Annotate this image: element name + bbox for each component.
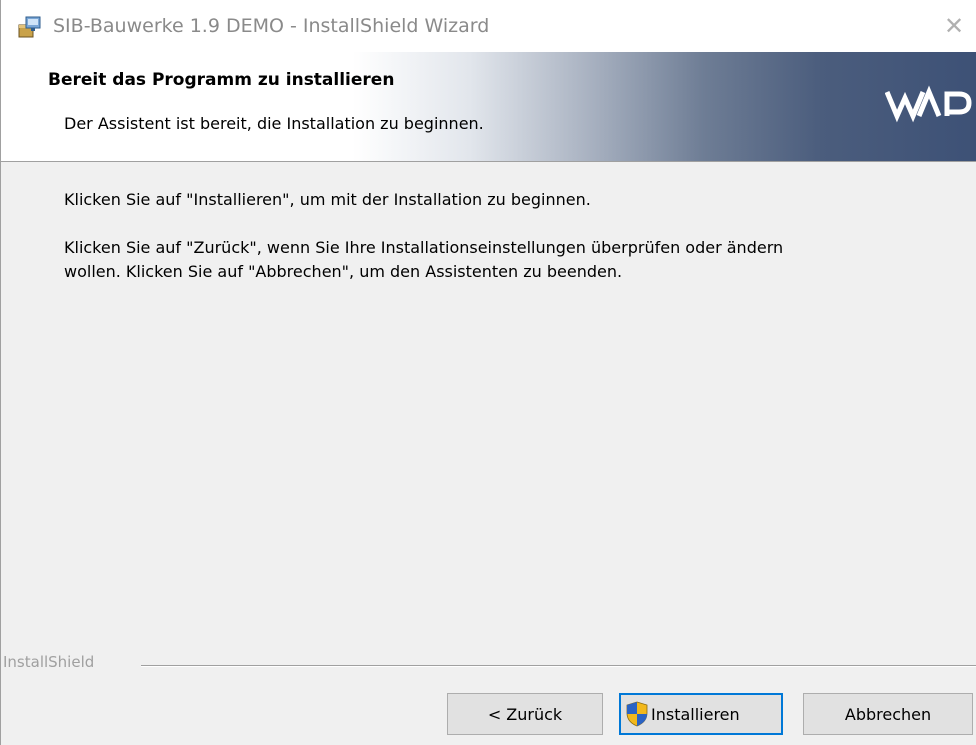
cancel-button[interactable]: Abbrechen bbox=[803, 693, 973, 735]
close-button[interactable]: ✕ bbox=[931, 0, 976, 52]
title-bar[interactable]: SIB-Bauwerke 1.9 DEMO - InstallShield Wi… bbox=[1, 0, 976, 52]
uac-shield-icon bbox=[626, 701, 648, 727]
header-banner: Bereit das Programm zu installieren Der … bbox=[1, 52, 976, 162]
install-button-label: Installieren bbox=[651, 704, 740, 724]
page-subtitle: Der Assistent ist bereit, die Installati… bbox=[64, 114, 484, 133]
installer-package-icon bbox=[18, 16, 41, 38]
close-icon: ✕ bbox=[943, 12, 965, 40]
window-title: SIB-Bauwerke 1.9 DEMO - InstallShield Wi… bbox=[53, 15, 490, 37]
instruction-back-cancel: Klicken Sie auf "Zurück", wenn Sie Ihre … bbox=[64, 236, 783, 284]
instruction-install: Klicken Sie auf "Installieren", um mit d… bbox=[64, 190, 591, 209]
installer-window: SIB-Bauwerke 1.9 DEMO - InstallShield Wi… bbox=[0, 0, 976, 745]
footer-divider bbox=[141, 665, 976, 667]
page-title: Bereit das Programm zu installieren bbox=[48, 70, 395, 90]
back-button[interactable]: < Zurück bbox=[447, 693, 603, 735]
installshield-label: InstallShield bbox=[3, 653, 101, 671]
install-button[interactable]: Installieren bbox=[619, 693, 783, 735]
instruction-line-2: wollen. Klicken Sie auf "Abbrechen", um … bbox=[64, 262, 623, 281]
instruction-line-1: Klicken Sie auf "Zurück", wenn Sie Ihre … bbox=[64, 238, 784, 257]
wp-logo bbox=[885, 85, 972, 123]
back-button-label: < Zurück bbox=[487, 704, 563, 724]
cancel-button-label: Abbrechen bbox=[844, 704, 932, 724]
